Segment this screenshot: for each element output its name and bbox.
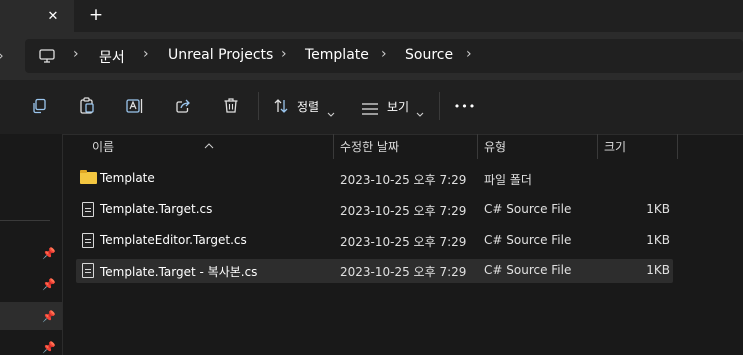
file-icon — [82, 233, 94, 248]
view-icon[interactable] — [362, 100, 378, 115]
column-divider[interactable] — [477, 134, 478, 159]
sort-button[interactable]: 정렬 — [297, 98, 319, 115]
toolbar-divider — [439, 92, 440, 120]
new-tab-button[interactable]: + — [86, 5, 106, 25]
file-size: 1KB — [646, 263, 670, 277]
breadcrumb-item-template[interactable]: Template — [305, 47, 369, 63]
folder-icon — [80, 170, 97, 184]
share-icon[interactable] — [175, 98, 191, 114]
pin-icon[interactable]: 📌 — [42, 340, 56, 354]
column-divider[interactable] — [677, 134, 678, 159]
file-type: C# Source File — [484, 233, 572, 247]
pin-icon[interactable]: 📌 — [42, 277, 56, 291]
sort-icon[interactable] — [273, 98, 289, 114]
file-icon — [82, 263, 94, 278]
file-name: Template — [100, 171, 155, 185]
file-modified: 2023-10-25 오후 7:29 — [340, 173, 467, 187]
breadcrumb-chevron-icon[interactable]: › — [143, 46, 149, 62]
nav-refresh-icon[interactable]: › — [0, 48, 6, 64]
column-header-size[interactable]: 크기 — [604, 134, 676, 159]
breadcrumb-item-documents[interactable]: 문서 — [99, 47, 125, 67]
file-size: 1KB — [646, 202, 670, 216]
chevron-down-icon[interactable] — [327, 103, 335, 117]
column-divider[interactable] — [333, 134, 334, 159]
file-size: 1KB — [646, 233, 670, 247]
chevron-down-icon[interactable] — [416, 103, 424, 117]
column-divider[interactable] — [597, 134, 598, 159]
column-header-type[interactable]: 유형 — [484, 134, 596, 159]
column-header-modified[interactable]: 수정한 날짜 — [340, 134, 476, 159]
pin-icon[interactable]: 📌 — [42, 246, 56, 260]
column-header-name[interactable]: 이름 — [92, 134, 332, 159]
rename-icon[interactable] — [126, 98, 144, 114]
view-button[interactable]: 보기 — [387, 98, 409, 115]
file-modified: 2023-10-25 오후 7:29 — [340, 235, 467, 249]
breadcrumb-item-unreal-projects[interactable]: Unreal Projects — [168, 47, 273, 63]
more-options-icon[interactable]: ••• — [452, 97, 478, 115]
file-row[interactable]: Template.Target.cs 2023-10-25 오후 7:29 C#… — [76, 198, 673, 222]
breadcrumb-chevron-icon[interactable]: › — [466, 46, 472, 62]
breadcrumb-chevron-icon[interactable]: › — [73, 46, 79, 62]
nav-divider — [0, 220, 50, 221]
file-modified: 2023-10-25 오후 7:29 — [340, 204, 467, 218]
close-tab-icon[interactable]: ✕ — [43, 6, 63, 26]
pin-icon[interactable]: 📌 — [42, 309, 56, 323]
file-row[interactable]: TemplateEditor.Target.cs 2023-10-25 오후 7… — [76, 229, 673, 253]
file-name: Template.Target - 복사본.cs — [100, 265, 258, 279]
file-type: C# Source File — [484, 202, 572, 216]
copy-icon[interactable] — [31, 98, 47, 114]
breadcrumb-item-source[interactable]: Source — [405, 47, 453, 63]
file-type: 파일 폴더 — [484, 173, 532, 187]
delete-icon[interactable] — [223, 97, 239, 114]
breadcrumb-chevron-icon[interactable]: › — [281, 46, 287, 62]
file-row-selected[interactable]: Template.Target - 복사본.cs 2023-10-25 오후 7… — [76, 259, 673, 283]
breadcrumb-chevron-icon[interactable]: › — [381, 46, 387, 62]
file-name: Template.Target.cs — [100, 202, 213, 216]
paste-icon[interactable] — [79, 97, 95, 115]
tab-strip — [0, 0, 743, 32]
file-row[interactable]: Template 2023-10-25 오후 7:29 파일 폴더 — [76, 167, 673, 191]
monitor-icon[interactable] — [39, 48, 55, 64]
file-icon — [82, 202, 94, 217]
toolbar-divider — [258, 92, 259, 120]
file-name: TemplateEditor.Target.cs — [100, 233, 247, 247]
file-modified: 2023-10-25 오후 7:29 — [340, 265, 467, 279]
file-type: C# Source File — [484, 263, 572, 277]
